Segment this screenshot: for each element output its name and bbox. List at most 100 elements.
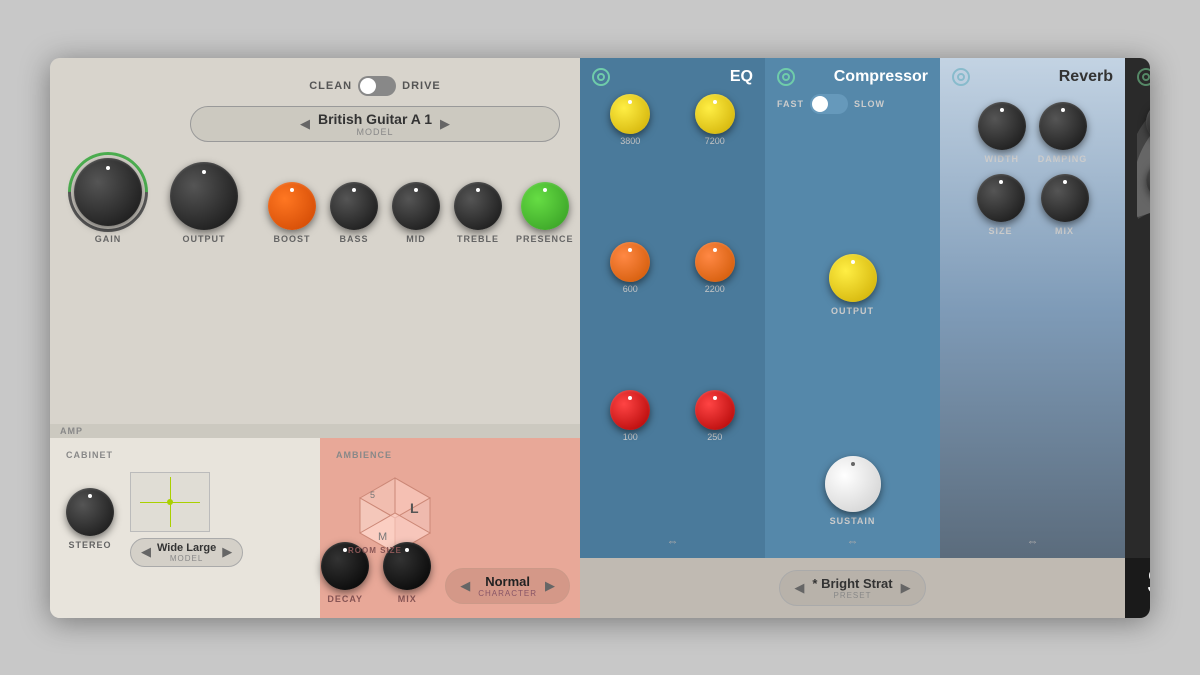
mid-knob[interactable] bbox=[392, 182, 440, 230]
delay-power-button[interactable] bbox=[1137, 68, 1150, 86]
presence-knob[interactable] bbox=[521, 182, 569, 230]
delay-power-icon bbox=[1142, 73, 1150, 81]
haas-knob[interactable] bbox=[1146, 102, 1151, 142]
reverb-mix-label: MIX bbox=[1055, 226, 1074, 236]
output-group: OUTPUT bbox=[170, 162, 238, 244]
stereo-knob[interactable] bbox=[66, 488, 114, 536]
stereo-group: STEREO bbox=[66, 488, 114, 550]
comp-output-knob[interactable] bbox=[829, 254, 877, 302]
reverb-damping-label: DAMPING bbox=[1038, 154, 1088, 164]
amp-model-next[interactable]: ▶ bbox=[440, 116, 450, 132]
fast-label: FAST bbox=[777, 99, 804, 109]
comp-sustain-label: SUSTAIN bbox=[830, 516, 876, 526]
fx-panels: EQ 3800 7200 600 bbox=[580, 58, 1150, 558]
cabinet-model-text: Wide Large MODEL bbox=[157, 542, 216, 563]
eq-2200-knob[interactable] bbox=[695, 242, 735, 282]
presence-label: PRESENCE bbox=[516, 234, 574, 244]
slow-label: SLOW bbox=[854, 99, 885, 109]
clean-drive-toggle[interactable] bbox=[358, 76, 396, 96]
eq-knob-250: 250 bbox=[677, 390, 754, 530]
eq-7200-label: 7200 bbox=[705, 136, 725, 146]
delay-body: HAAS MIX TIME bbox=[1137, 94, 1150, 224]
crosshair-area[interactable] bbox=[130, 472, 210, 532]
character-selector[interactable]: ◀ Normal CHARACTER ▶ bbox=[445, 568, 570, 604]
eq-knob-2200: 2200 bbox=[677, 242, 754, 382]
preset-selector[interactable]: ◀ * Bright Strat PRESET ▶ bbox=[779, 570, 925, 606]
reverb-damping-knob[interactable] bbox=[1039, 102, 1087, 150]
eq-power-icon bbox=[597, 73, 605, 81]
preset-next[interactable]: ▶ bbox=[901, 580, 911, 596]
reverb-size-group: SIZE bbox=[977, 174, 1025, 236]
eq-knob-600: 600 bbox=[592, 242, 669, 382]
comp-power-button[interactable] bbox=[777, 68, 795, 86]
decay-label: DECAY bbox=[327, 594, 363, 604]
eq-7200-knob[interactable] bbox=[695, 94, 735, 134]
bass-group: BASS bbox=[330, 182, 378, 244]
main-container: CLEAN DRIVE ◀ British Guitar A 1 MODEL ▶ bbox=[50, 58, 1150, 618]
comp-scroll[interactable]: ⇔ bbox=[777, 534, 928, 548]
cabinet-model-next[interactable]: ▶ bbox=[222, 544, 232, 560]
character-prev[interactable]: ◀ bbox=[460, 578, 470, 594]
reverb-damping-group: DAMPING bbox=[1038, 102, 1088, 164]
comp-sustain-group: SUSTAIN bbox=[777, 456, 928, 526]
room-size-label: ROOM SIZE bbox=[348, 546, 402, 555]
treble-group: TREBLE bbox=[454, 182, 502, 244]
clean-label: CLEAN bbox=[309, 80, 352, 92]
comp-knobs: OUTPUT bbox=[777, 124, 928, 446]
amp-model-name: British Guitar A 1 bbox=[318, 111, 432, 127]
boost-knob[interactable] bbox=[268, 182, 316, 230]
preset-sub: PRESET bbox=[812, 591, 892, 600]
hp-knob[interactable] bbox=[1146, 160, 1151, 200]
gain-group: GAIN bbox=[70, 154, 146, 244]
cabinet-model-prev[interactable]: ◀ bbox=[141, 544, 151, 560]
svg-text:5: 5 bbox=[370, 490, 375, 500]
character-text: Normal CHARACTER bbox=[478, 574, 537, 598]
eq-scroll[interactable]: ⇔ bbox=[592, 534, 753, 548]
comp-sustain-knob[interactable] bbox=[825, 456, 881, 512]
eq-2200-label: 2200 bbox=[705, 284, 725, 294]
comp-power-icon bbox=[782, 73, 790, 81]
bass-knob[interactable] bbox=[330, 182, 378, 230]
reverb-scroll[interactable]: ⇔ bbox=[952, 534, 1113, 548]
delay-knobs-overlay: HAAS MIX TIME bbox=[1138, 94, 1151, 224]
bottom-bar: ◀ * Bright Strat PRESET ▶ STARK v1.0.0 K… bbox=[580, 558, 1150, 618]
eq-250-label: 250 bbox=[707, 432, 722, 442]
fast-slow-row: FAST SLOW bbox=[777, 94, 928, 114]
cabinet-section: CABINET STEREO bbox=[50, 438, 320, 618]
reverb-content: Reverb WIDTH DAMPING bbox=[952, 68, 1113, 548]
reverb-width-label: WIDTH bbox=[985, 154, 1020, 164]
haas-group: HAAS bbox=[1146, 102, 1151, 156]
reverb-power-button[interactable] bbox=[952, 68, 970, 86]
output-knob[interactable] bbox=[170, 162, 238, 230]
gain-knob[interactable] bbox=[74, 158, 142, 226]
eq-power-button[interactable] bbox=[592, 68, 610, 86]
delay-header: Delay bbox=[1137, 68, 1150, 86]
hp-group: HP bbox=[1146, 160, 1151, 214]
amp-model-selector[interactable]: ◀ British Guitar A 1 MODEL ▶ bbox=[190, 106, 560, 142]
reverb-mix-knob[interactable] bbox=[1041, 174, 1089, 222]
stereo-label: STEREO bbox=[68, 540, 111, 550]
eq-title: EQ bbox=[730, 68, 753, 86]
cabinet-right: ◀ Wide Large MODEL ▶ bbox=[130, 472, 243, 567]
eq-250-knob[interactable] bbox=[695, 390, 735, 430]
cabinet-model-name: Wide Large bbox=[157, 542, 216, 554]
gain-label: GAIN bbox=[95, 234, 122, 244]
eq-3800-knob[interactable] bbox=[610, 94, 650, 134]
delay-scroll[interactable]: ⇔ bbox=[1137, 534, 1150, 548]
eq-100-knob[interactable] bbox=[610, 390, 650, 430]
preset-prev[interactable]: ◀ bbox=[794, 580, 804, 596]
treble-knob[interactable] bbox=[454, 182, 502, 230]
amp-model-prev[interactable]: ◀ bbox=[300, 116, 310, 132]
eq-600-knob[interactable] bbox=[610, 242, 650, 282]
character-next[interactable]: ▶ bbox=[545, 578, 555, 594]
reverb-size-knob[interactable] bbox=[977, 174, 1025, 222]
fast-slow-toggle[interactable] bbox=[810, 94, 848, 114]
mid-label: MID bbox=[406, 234, 426, 244]
ambience-section-label: AMBIENCE bbox=[336, 450, 564, 460]
eq-header: EQ bbox=[592, 68, 753, 86]
cabinet-model-selector[interactable]: ◀ Wide Large MODEL ▶ bbox=[130, 538, 243, 567]
amp-main-knobs: GAIN OUTPUT BOOST BASS bbox=[70, 154, 560, 244]
eq-knob-7200: 7200 bbox=[677, 94, 754, 234]
amp-top: CLEAN DRIVE ◀ British Guitar A 1 MODEL ▶ bbox=[50, 58, 580, 424]
reverb-width-knob[interactable] bbox=[978, 102, 1026, 150]
